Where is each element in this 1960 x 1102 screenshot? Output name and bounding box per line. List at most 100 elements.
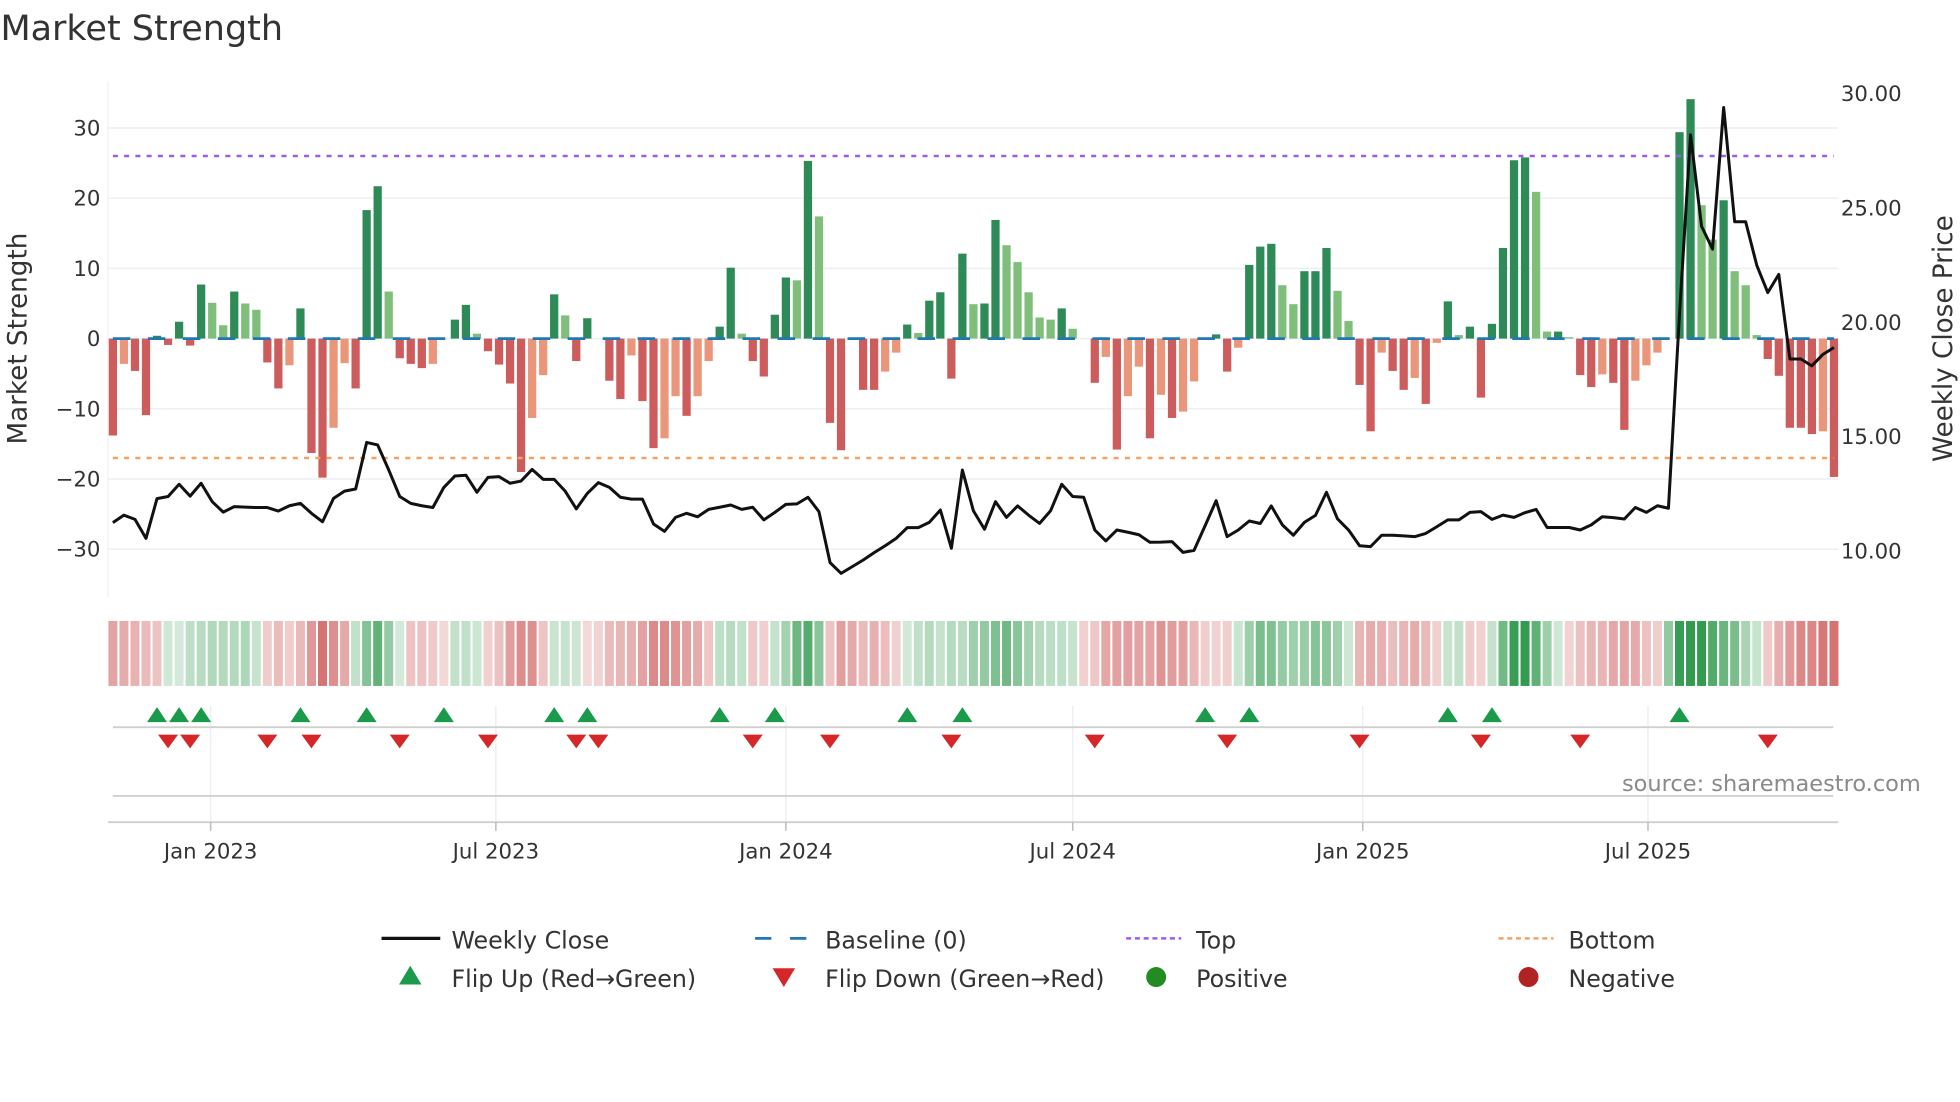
strength-bar bbox=[119, 338, 129, 364]
strength-bar bbox=[1763, 338, 1772, 359]
strength-bar bbox=[605, 338, 614, 381]
heat-cell bbox=[737, 620, 747, 686]
legend-label: Baseline (0) bbox=[825, 926, 967, 954]
heat-cell bbox=[1399, 620, 1409, 686]
strength-bar bbox=[1476, 338, 1486, 398]
heat-cell bbox=[1774, 620, 1784, 686]
heat-cell bbox=[593, 620, 603, 686]
heat-cell bbox=[516, 620, 526, 686]
heat-cell bbox=[637, 620, 647, 686]
weekly-close-series bbox=[112, 105, 1835, 575]
heat-cell bbox=[990, 620, 1000, 686]
legend-label: Negative bbox=[1568, 965, 1674, 993]
strength-bar bbox=[925, 300, 934, 339]
strength-bar bbox=[395, 338, 404, 359]
heat-cell bbox=[362, 620, 372, 686]
x-tick-label: Jul 2025 bbox=[1603, 839, 1691, 864]
circle-icon bbox=[1518, 967, 1539, 988]
strength-bar bbox=[1796, 338, 1805, 428]
chart-title: Market Strength bbox=[0, 9, 283, 49]
heat-cell bbox=[968, 620, 978, 686]
heat-cell bbox=[858, 620, 868, 686]
strength-bar bbox=[230, 291, 239, 339]
strength-bar bbox=[1631, 338, 1640, 381]
strength-bar bbox=[1167, 338, 1177, 418]
heat-cell bbox=[825, 620, 835, 686]
strength-bar bbox=[1708, 239, 1717, 339]
strength-bar bbox=[130, 338, 140, 371]
heat-cell bbox=[1211, 620, 1221, 686]
heat-cell bbox=[1807, 620, 1817, 686]
flip-down-marker bbox=[588, 734, 609, 749]
strength-bar bbox=[1421, 338, 1430, 404]
x-tick-label: Jan 2024 bbox=[737, 839, 833, 864]
strength-bar bbox=[241, 303, 250, 339]
legend-label: Flip Down (Green→Red) bbox=[825, 965, 1104, 993]
strength-bar bbox=[539, 338, 548, 376]
strength-bar bbox=[748, 338, 757, 362]
strength-bar bbox=[450, 319, 460, 339]
heat-cell bbox=[461, 620, 471, 686]
strength-bar bbox=[814, 216, 824, 339]
heat-cell bbox=[913, 620, 923, 686]
strength-bar bbox=[1620, 338, 1629, 430]
heat-cell bbox=[472, 620, 482, 686]
heat-cell bbox=[273, 620, 283, 686]
flip-down-marker bbox=[1217, 734, 1238, 749]
strength-bar bbox=[219, 325, 228, 339]
heat-cell bbox=[152, 620, 162, 686]
heat-cell bbox=[1641, 620, 1651, 686]
heat-cell bbox=[1619, 620, 1629, 686]
strength-bar bbox=[362, 210, 371, 339]
heat-cell bbox=[130, 620, 140, 686]
y2-tick-label: 20.00 bbox=[1841, 311, 1902, 336]
strength-bar bbox=[1487, 323, 1497, 339]
heat-cell bbox=[1829, 620, 1839, 686]
heat-cell bbox=[1686, 620, 1696, 686]
heat-cell bbox=[1509, 620, 1519, 686]
heat-cell bbox=[748, 620, 758, 686]
strength-bar bbox=[340, 338, 349, 364]
heat-cell bbox=[560, 620, 570, 686]
strength-bar bbox=[1344, 321, 1353, 339]
heat-cell bbox=[935, 620, 945, 686]
heat-cell bbox=[251, 620, 261, 686]
strength-bar bbox=[1642, 338, 1651, 366]
strength-bar bbox=[1134, 338, 1144, 367]
heat-cell bbox=[1321, 620, 1331, 686]
strength-bar bbox=[1145, 338, 1155, 439]
flip-up-marker bbox=[433, 707, 454, 723]
heat-cell bbox=[1730, 620, 1740, 686]
heat-cell bbox=[141, 620, 151, 686]
y2-tick-label: 30.00 bbox=[1841, 82, 1902, 107]
flip-up-marker bbox=[356, 707, 377, 723]
strength-bar bbox=[1278, 285, 1287, 339]
heat-cell bbox=[351, 620, 361, 686]
heat-cell bbox=[1476, 620, 1486, 686]
strength-bar bbox=[638, 338, 647, 402]
strength-bar bbox=[770, 314, 779, 339]
heat-cell bbox=[229, 620, 239, 686]
strength-bar bbox=[1741, 285, 1750, 339]
strength-bar bbox=[759, 338, 768, 377]
flip-up-marker bbox=[709, 707, 730, 723]
triangle-down-icon bbox=[772, 968, 796, 988]
y2-axis-ticks: 30.00 25.00 20.00 15.00 10.00 bbox=[1841, 82, 1902, 564]
legend-item: Bottom bbox=[1498, 926, 1655, 954]
strength-bar bbox=[1178, 338, 1188, 412]
strength-bar bbox=[1366, 338, 1375, 432]
strength-bar bbox=[1267, 243, 1276, 339]
heat-cell bbox=[671, 620, 681, 686]
x-tick-label: Jan 2025 bbox=[1314, 839, 1410, 864]
heat-cell bbox=[450, 620, 460, 686]
heat-cell bbox=[1355, 620, 1365, 686]
strength-bar bbox=[947, 338, 956, 379]
heat-cell bbox=[108, 620, 118, 686]
flip-up-marker bbox=[169, 707, 190, 723]
heat-cell bbox=[1299, 620, 1309, 686]
flip-down-marker bbox=[478, 734, 498, 749]
flip-down-marker bbox=[1349, 734, 1370, 749]
strength-bar bbox=[870, 338, 879, 390]
strength-bar bbox=[958, 253, 967, 339]
heat-cell bbox=[196, 620, 206, 686]
